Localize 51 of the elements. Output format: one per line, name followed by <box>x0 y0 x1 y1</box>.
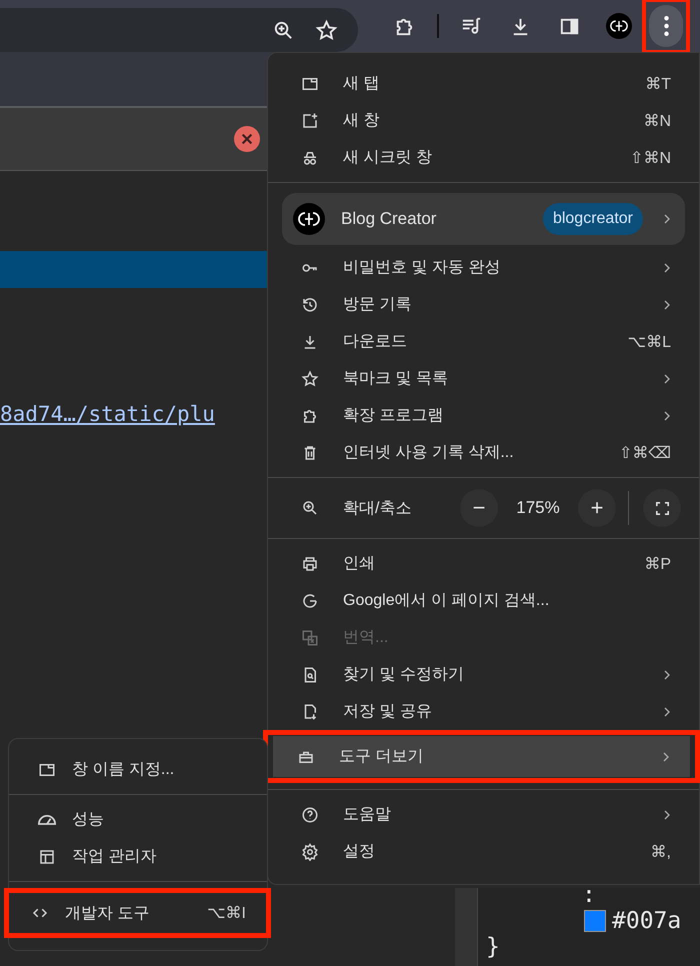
code-text: : <box>582 882 597 908</box>
settings-icon <box>301 842 319 860</box>
translate-icon <box>301 628 319 646</box>
star-icon <box>301 370 319 388</box>
menu-item[interactable]: 새 시크릿 창 ⇧⌘N <box>268 139 699 176</box>
menu-item[interactable]: 새 창 ⌘N <box>268 102 699 139</box>
zoom-out-button[interactable]: − <box>460 489 498 527</box>
color-swatch[interactable] <box>584 910 606 932</box>
code-text: #007a <box>612 908 682 934</box>
zoom-icon <box>301 499 319 517</box>
menu-item[interactable]: 창 이름 지정... <box>9 751 267 788</box>
menu-item[interactable]: 설정 ⌘, <box>268 833 699 870</box>
menu-label: 확대/축소 <box>343 498 412 518</box>
star-icon[interactable] <box>315 18 338 42</box>
fullscreen-button[interactable] <box>643 489 681 527</box>
table-icon <box>38 848 56 866</box>
profile-avatar[interactable] <box>606 13 632 39</box>
code-text: } <box>486 934 501 960</box>
close-icon[interactable] <box>234 126 260 152</box>
menu-item[interactable]: 비밀번호 및 자동 완성 <box>268 249 699 286</box>
zoom-in-button[interactable]: + <box>578 489 616 527</box>
history-icon <box>301 296 319 314</box>
menu-item[interactable]: 도구 더보기 <box>273 736 690 777</box>
menu-item[interactable]: 새 탭 ⌘T <box>268 65 699 102</box>
menu-item[interactable]: 작업 관리자 <box>9 838 267 875</box>
gauge-icon <box>38 814 56 825</box>
menu-item[interactable]: 성능 <box>9 801 267 838</box>
google-g-icon <box>301 592 319 610</box>
menu-item[interactable]: 다운로드 ⌥⌘L <box>268 323 699 360</box>
menu-item[interactable]: 인쇄 ⌘P <box>268 545 699 582</box>
fullscreen-icon <box>656 502 668 514</box>
menu-item[interactable]: 확장 프로그램 <box>268 397 699 434</box>
menu-item[interactable]: 인터넷 사용 기록 삭제... ⇧⌘⌫ <box>268 434 699 471</box>
profile-name: Blog Creator <box>341 209 438 229</box>
profile-avatar <box>293 203 325 235</box>
menu-icon <box>664 16 668 36</box>
menu-item[interactable]: 저장 및 공유 <box>268 693 699 730</box>
help-icon <box>301 806 319 824</box>
menu-button[interactable] <box>649 5 683 47</box>
menu-item[interactable]: 찾기 및 수정하기 <box>268 656 699 693</box>
new-window-icon <box>301 112 319 130</box>
profile-badge: blogcreator <box>542 203 643 235</box>
printer-icon <box>301 554 319 572</box>
source-link[interactable]: 8ad74…/static/plu <box>0 402 268 426</box>
menu-item[interactable]: 개발자 도구 ⌥⌘I <box>9 894 266 932</box>
menu-item[interactable]: Google에서 이 페이지 검색... <box>268 582 699 619</box>
menu-item[interactable]: 북마크 및 목록 <box>268 360 699 397</box>
menu-item[interactable]: 도움말 <box>268 796 699 833</box>
profile-item[interactable]: Blog Creator blogcreator <box>282 193 685 245</box>
menu-item[interactable]: 방문 기록 <box>268 286 699 323</box>
zoom-value: 175% <box>515 498 561 518</box>
